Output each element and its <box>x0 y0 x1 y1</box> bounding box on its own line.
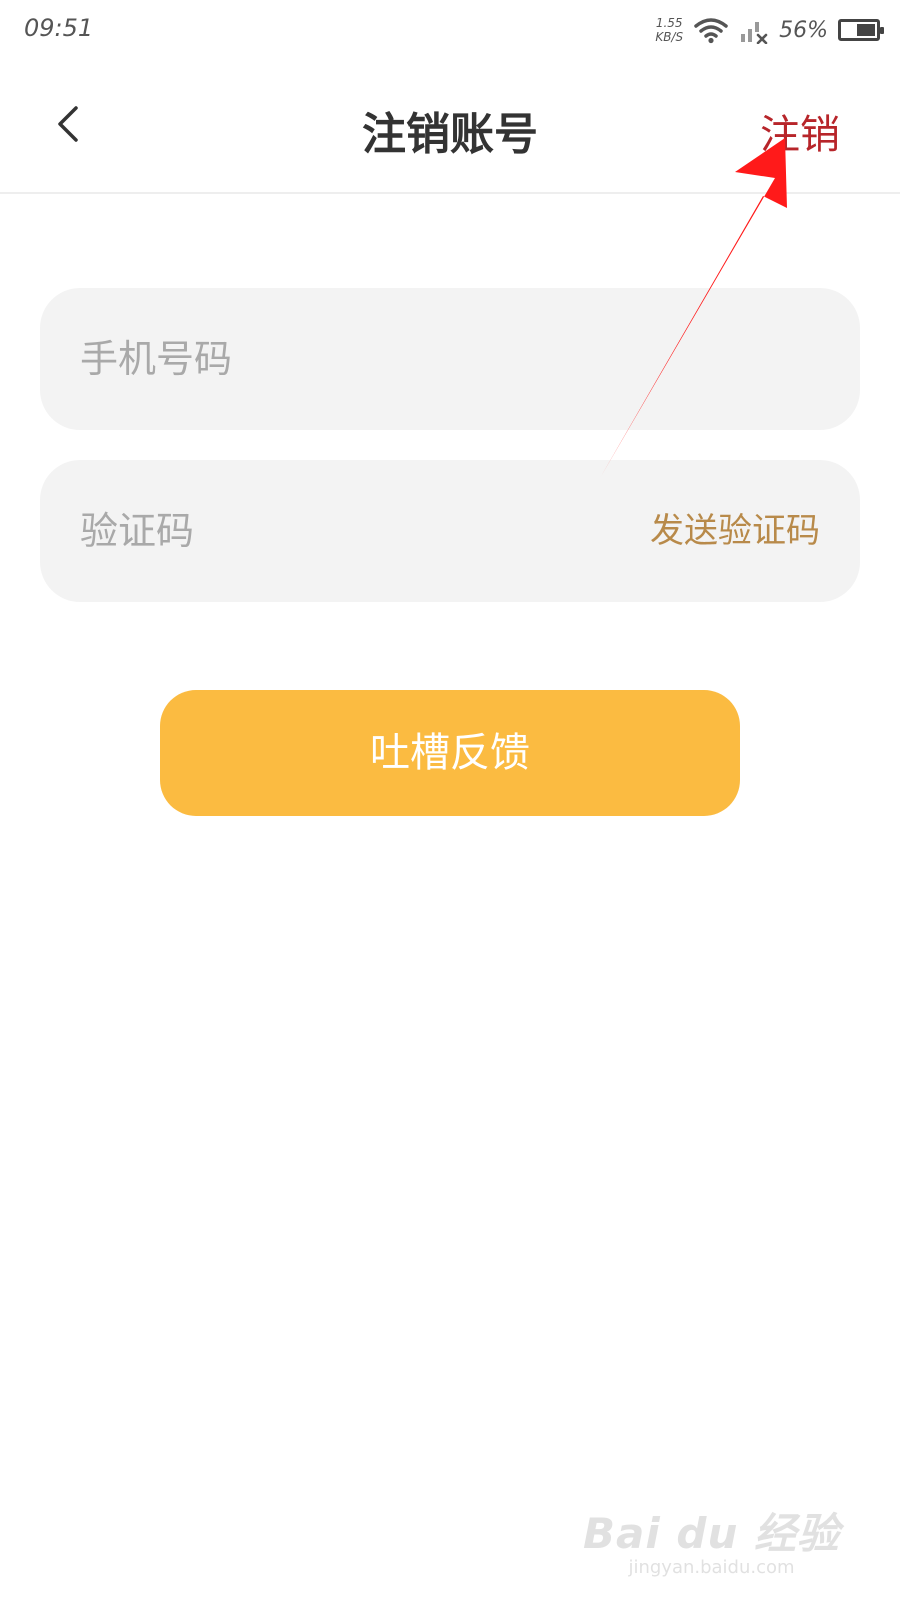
feedback-button[interactable]: 吐槽反馈 <box>160 690 740 816</box>
cellular-signal-no-service-icon <box>741 22 768 44</box>
verification-code-field-container: 发送验证码 <box>40 460 860 602</box>
deregister-button[interactable]: 注销 <box>760 102 840 160</box>
network-speed-value: 1.55 <box>655 16 683 30</box>
watermark-logo: Bai du 经验 <box>583 1509 840 1558</box>
status-indicators: 1.55 KB/S 56% <box>655 10 884 50</box>
status-time: 09:51 <box>24 14 94 42</box>
watermark: Bai du 经验 jingyan.baidu.com <box>583 1500 840 1578</box>
battery-icon <box>838 19 884 41</box>
battery-level-fill <box>857 24 875 36</box>
network-speed-unit: KB/S <box>655 30 684 44</box>
phone-field-container <box>40 288 860 430</box>
battery-percent: 56% <box>779 17 828 43</box>
status-bar: 09:51 1.55 KB/S 56% <box>0 0 900 60</box>
phone-input[interactable] <box>80 288 640 430</box>
network-speed: 1.55 KB/S <box>655 16 683 44</box>
nav-bar: 注销账号 注销 <box>0 60 900 194</box>
wifi-icon <box>694 18 728 44</box>
send-code-button[interactable]: 发送验证码 <box>650 460 820 602</box>
verification-code-input[interactable] <box>80 460 640 602</box>
